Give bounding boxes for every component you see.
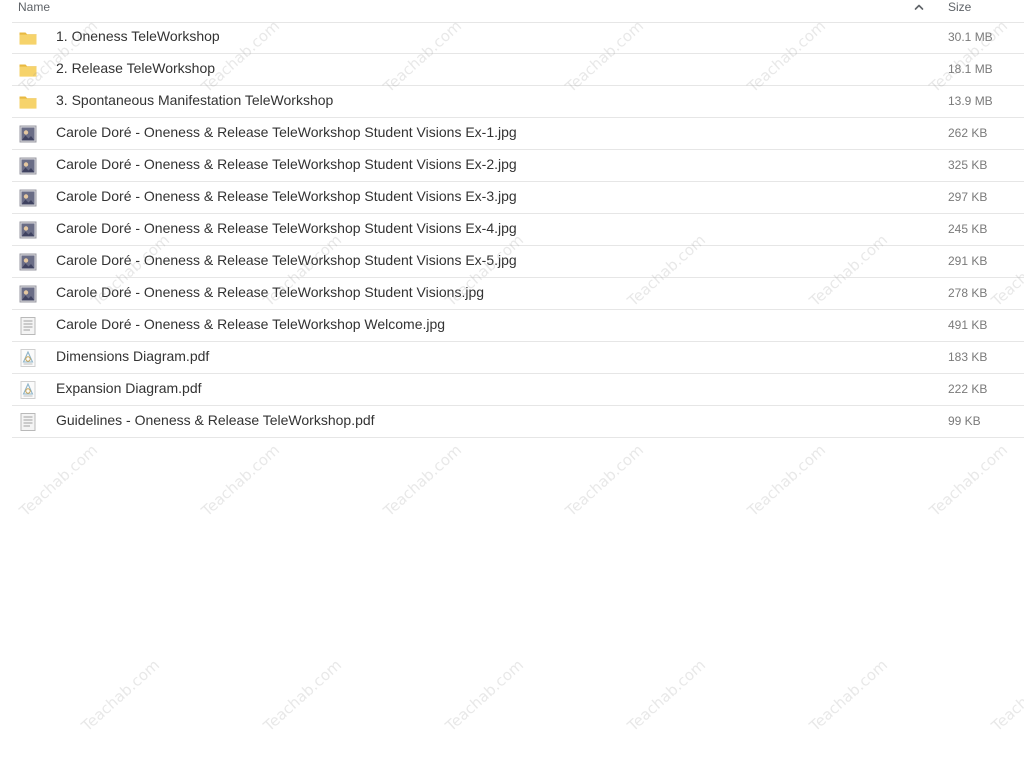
file-size: 222 KB	[948, 382, 988, 396]
watermark-text: Teachab.com	[805, 655, 892, 735]
file-row[interactable]: 2. Release TeleWorkshop 18.1 MB	[12, 54, 1024, 86]
folder-icon	[18, 60, 38, 80]
file-size: 491 KB	[948, 318, 988, 332]
file-name[interactable]: Carole Doré - Oneness & Release TeleWork…	[56, 214, 517, 243]
file-size: 325 KB	[948, 158, 988, 172]
image-thumbnail-icon	[18, 156, 38, 176]
watermark-text: Teachab.com	[623, 655, 710, 735]
file-size: 297 KB	[948, 190, 988, 204]
file-size: 18.1 MB	[948, 62, 993, 76]
folder-icon	[18, 92, 38, 112]
file-name[interactable]: Dimensions Diagram.pdf	[56, 342, 209, 371]
watermark-text: Teachab.com	[561, 440, 648, 520]
file-row[interactable]: Dimensions Diagram.pdf 183 KB	[12, 342, 1024, 374]
file-row[interactable]: 3. Spontaneous Manifestation TeleWorksho…	[12, 86, 1024, 118]
file-row[interactable]: Carole Doré - Oneness & Release TeleWork…	[12, 182, 1024, 214]
file-name[interactable]: Expansion Diagram.pdf	[56, 374, 202, 403]
watermark-text: Teachab.com	[259, 655, 346, 735]
image-thumbnail-icon	[18, 284, 38, 304]
file-size: 278 KB	[948, 286, 988, 300]
file-row[interactable]: Carole Doré - Oneness & Release TeleWork…	[12, 118, 1024, 150]
watermark-text: Teachab.com	[197, 440, 284, 520]
pdf-thumbnail-icon	[18, 348, 38, 368]
column-header-row: Name Size	[12, 0, 1024, 23]
file-name[interactable]: 2. Release TeleWorkshop	[56, 54, 215, 83]
image-thumbnail-icon	[18, 188, 38, 208]
file-row[interactable]: 1. Oneness TeleWorkshop 30.1 MB	[12, 22, 1024, 54]
file-row[interactable]: Expansion Diagram.pdf 222 KB	[12, 374, 1024, 406]
size-column-header[interactable]: Size	[948, 0, 971, 14]
file-list: 1. Oneness TeleWorkshop 30.1 MB 2. Releas…	[12, 22, 1024, 438]
file-name[interactable]: Guidelines - Oneness & Release TeleWorks…	[56, 406, 375, 435]
name-column-header[interactable]: Name	[18, 0, 50, 14]
image-thumbnail-icon	[18, 252, 38, 272]
file-row[interactable]: Carole Doré - Oneness & Release TeleWork…	[12, 150, 1024, 182]
pdf-thumbnail-icon	[18, 380, 38, 400]
file-size: 183 KB	[948, 350, 988, 364]
file-name[interactable]: 1. Oneness TeleWorkshop	[56, 22, 220, 51]
watermark-text: Teachab.com	[15, 440, 102, 520]
watermark-text: Teachab.com	[925, 440, 1012, 520]
watermark-text: Teachab.com	[987, 655, 1024, 735]
watermark-text: Teachab.com	[379, 440, 466, 520]
watermark-text: Teachab.com	[77, 655, 164, 735]
file-row[interactable]: Carole Doré - Oneness & Release TeleWork…	[12, 214, 1024, 246]
image-thumbnail-icon	[18, 124, 38, 144]
file-size: 30.1 MB	[948, 30, 993, 44]
document-thumbnail-icon	[18, 412, 38, 432]
watermark-text: Teachab.com	[743, 440, 830, 520]
file-name[interactable]: Carole Doré - Oneness & Release TeleWork…	[56, 246, 517, 275]
file-name[interactable]: Carole Doré - Oneness & Release TeleWork…	[56, 310, 445, 339]
file-size: 13.9 MB	[948, 94, 993, 108]
file-size: 245 KB	[948, 222, 988, 236]
document-thumbnail-icon	[18, 316, 38, 336]
file-row[interactable]: Guidelines - Oneness & Release TeleWorks…	[12, 406, 1024, 438]
file-browser: Name Size 1. Oneness TeleWorkshop 30.1 MB…	[0, 0, 1024, 768]
file-name[interactable]: Carole Doré - Oneness & Release TeleWork…	[56, 278, 484, 307]
file-name[interactable]: 3. Spontaneous Manifestation TeleWorksho…	[56, 86, 333, 115]
file-size: 99 KB	[948, 414, 981, 428]
file-row[interactable]: Carole Doré - Oneness & Release TeleWork…	[12, 278, 1024, 310]
image-thumbnail-icon	[18, 220, 38, 240]
file-size: 291 KB	[948, 254, 988, 268]
chevron-up-icon[interactable]	[913, 1, 925, 13]
file-row[interactable]: Carole Doré - Oneness & Release TeleWork…	[12, 310, 1024, 342]
file-name[interactable]: Carole Doré - Oneness & Release TeleWork…	[56, 182, 517, 211]
file-name[interactable]: Carole Doré - Oneness & Release TeleWork…	[56, 118, 517, 147]
watermark-text: Teachab.com	[441, 655, 528, 735]
file-name[interactable]: Carole Doré - Oneness & Release TeleWork…	[56, 150, 517, 179]
folder-icon	[18, 28, 38, 48]
file-size: 262 KB	[948, 126, 988, 140]
file-row[interactable]: Carole Doré - Oneness & Release TeleWork…	[12, 246, 1024, 278]
